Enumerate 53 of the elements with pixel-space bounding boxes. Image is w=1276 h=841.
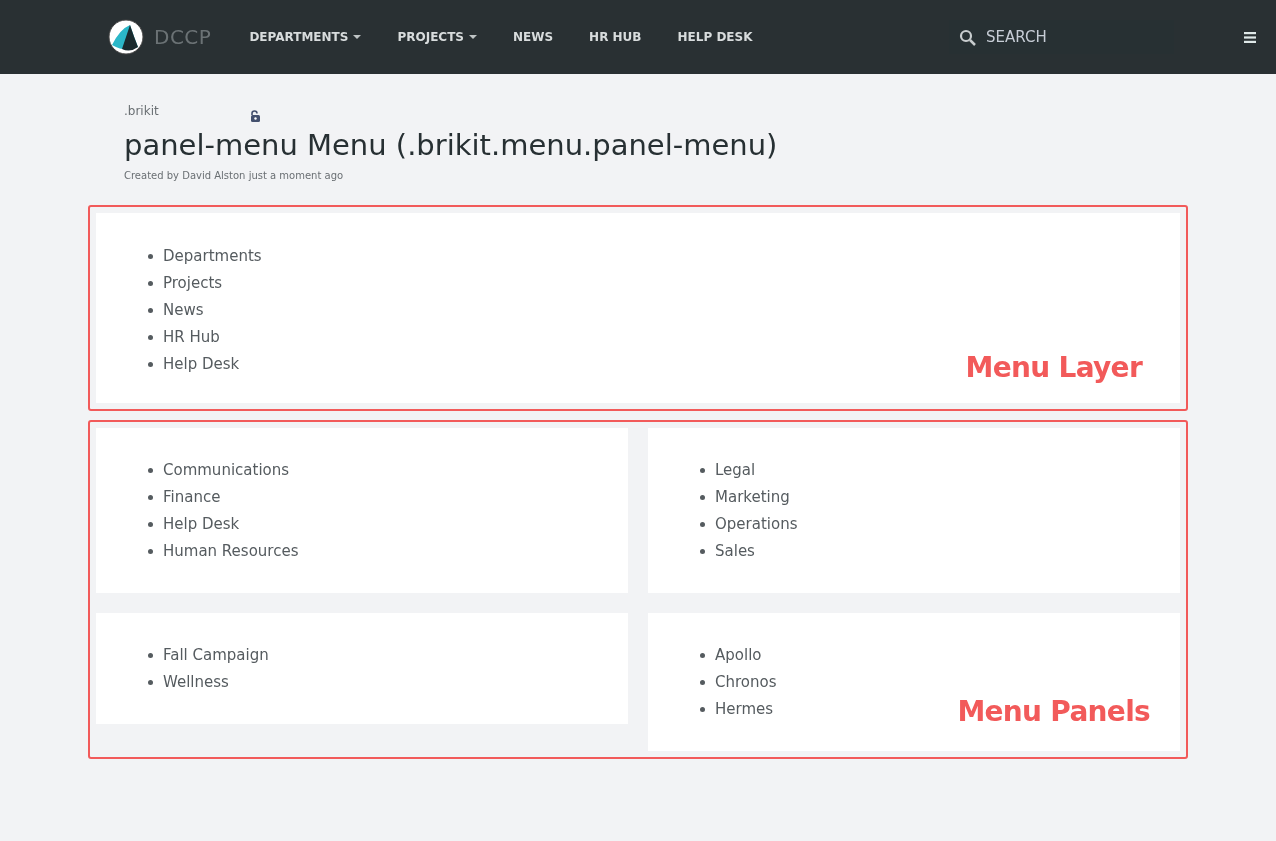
menu-item[interactable]: Departments — [163, 246, 262, 266]
menu-item[interactable]: Help Desk — [163, 354, 240, 374]
bullet-icon — [148, 361, 153, 367]
bullet-icon — [148, 253, 153, 259]
bullet-icon — [700, 652, 705, 658]
menu-item[interactable]: News — [163, 300, 204, 320]
menu-item[interactable]: Wellness — [163, 672, 229, 692]
logo-text: DCCP — [154, 24, 212, 51]
search-icon — [959, 29, 976, 46]
menu-item[interactable]: Hermes — [715, 699, 774, 719]
nav-link[interactable]: DEPARTMENTS — [249, 28, 362, 46]
menu-item[interactable]: Fall Campaign — [163, 645, 269, 665]
byline: Created by David Alston just a moment ago — [123, 169, 345, 183]
menu-item[interactable]: Communications — [163, 460, 290, 480]
annotation-label: Menu Layer — [965, 350, 1142, 386]
space-name[interactable]: .brikit — [124, 102, 159, 120]
caret-icon — [353, 35, 362, 39]
menu-item[interactable]: Marketing — [715, 487, 790, 507]
caret-icon — [469, 35, 477, 39]
nav-link[interactable]: NEWS — [513, 28, 554, 46]
menu-item[interactable]: Help Desk — [163, 514, 240, 534]
bullet-icon — [148, 280, 153, 286]
menu-item[interactable]: Operations — [715, 514, 798, 534]
bullet-icon — [700, 706, 705, 712]
page-title: panel-menu Menu (.brikit.menu.panel-menu) — [123, 127, 779, 164]
menu-item[interactable]: Human Resources — [163, 541, 299, 561]
menu-item[interactable]: Finance — [163, 487, 221, 507]
bullet-icon — [700, 494, 705, 500]
logo-icon — [108, 19, 144, 55]
menu-item[interactable]: Apollo — [715, 645, 762, 665]
unlocked-padlock-icon[interactable] — [248, 110, 261, 122]
annotation-label: Menu Panels — [957, 694, 1150, 730]
bullet-icon — [148, 307, 153, 313]
menu-item[interactable]: HR Hub — [163, 327, 220, 347]
bullet-icon — [148, 521, 153, 527]
bullet-icon — [700, 679, 705, 685]
bullet-icon — [148, 679, 153, 685]
menu-icon[interactable] — [1244, 31, 1256, 43]
bullet-icon — [700, 467, 705, 473]
menu-item[interactable]: Projects — [163, 273, 223, 293]
nav-link[interactable]: HELP DESK — [677, 28, 753, 46]
bullet-icon — [148, 494, 153, 500]
menu-item[interactable]: Legal — [715, 460, 756, 480]
menu-item[interactable]: Chronos — [715, 672, 777, 692]
nav-link[interactable]: PROJECTS — [397, 28, 477, 46]
bullet-icon — [700, 548, 705, 554]
bullet-icon — [148, 548, 153, 554]
bullet-icon — [148, 652, 153, 658]
bullet-icon — [148, 334, 153, 340]
nav-link[interactable]: HR HUB — [589, 28, 642, 46]
bullet-icon — [700, 521, 705, 527]
menu-item[interactable]: Sales — [715, 541, 755, 561]
bullet-icon — [148, 467, 153, 473]
